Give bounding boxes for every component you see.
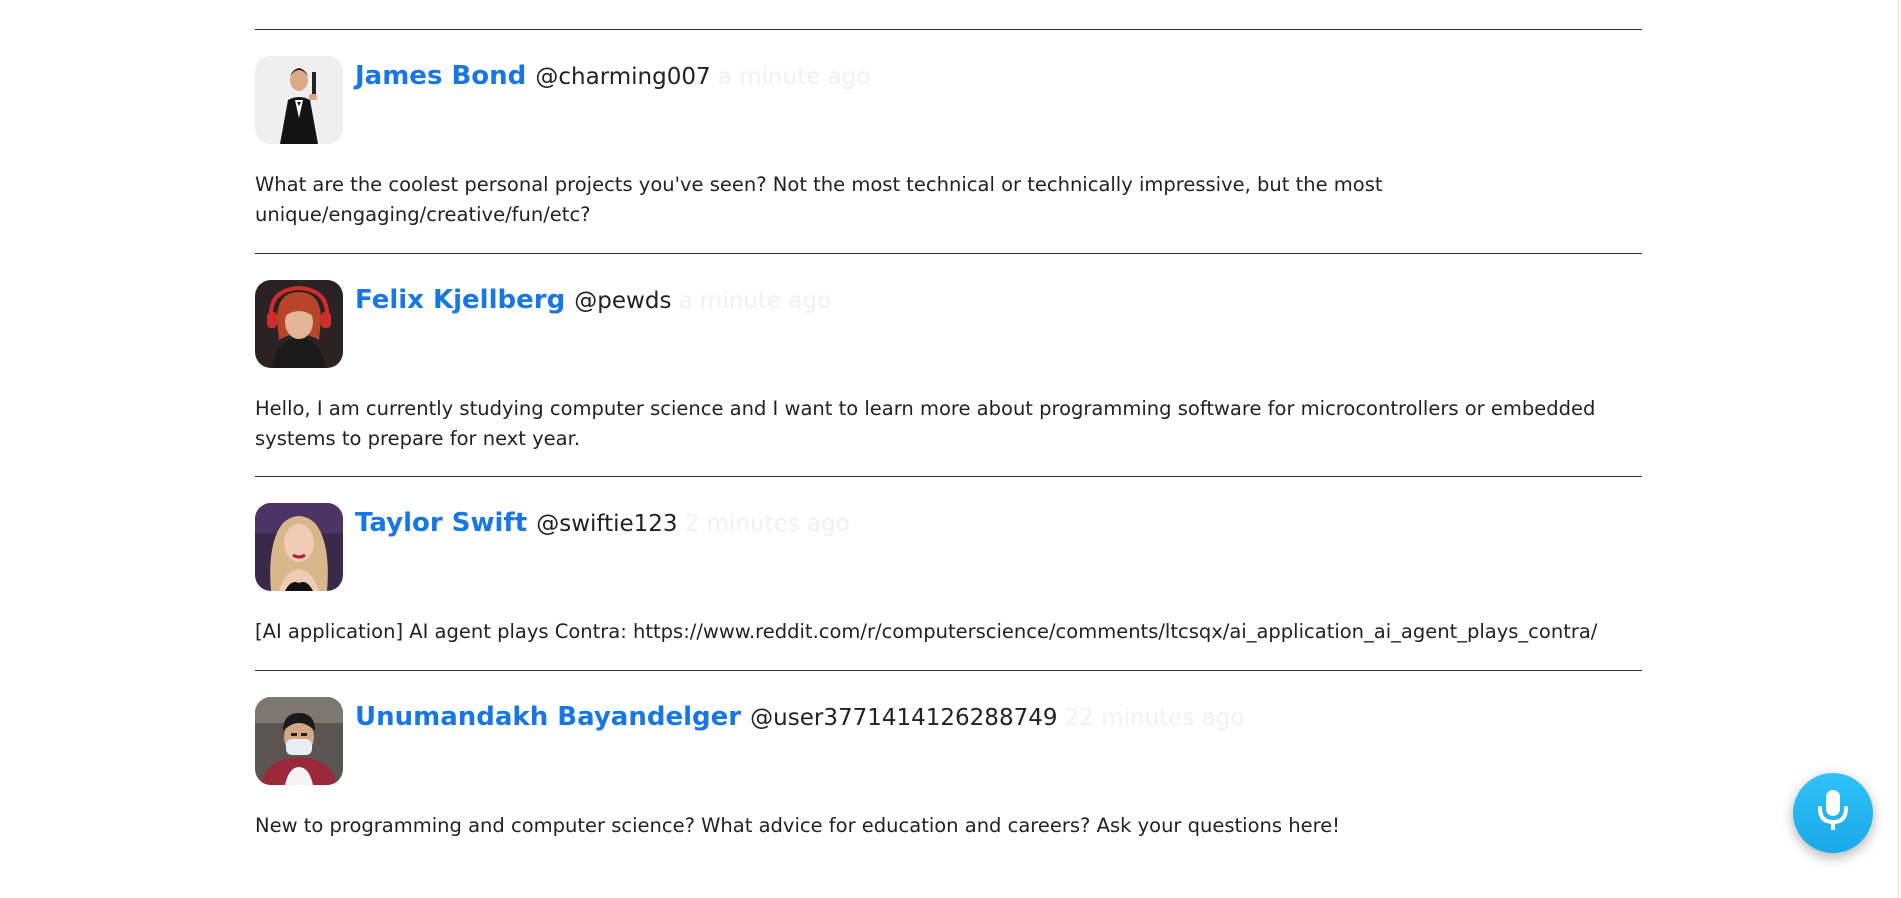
avatar[interactable] [255,697,343,785]
post-timestamp: a minute ago [717,64,871,90]
author-handle: @pewds [574,288,672,314]
post-item: Unumandakh Bayandelger @user377141412628… [255,697,1642,841]
author-handle: @swiftie123 [536,511,678,537]
post-body: [AI application] AI agent plays Contra: … [255,620,1598,643]
post-timestamp: 2 minutes ago [684,511,850,537]
author-name-link[interactable]: Felix Kjellberg [355,285,565,315]
post-divider [255,476,1642,477]
avatar[interactable] [255,280,343,368]
microphone-icon [1816,788,1850,838]
post-timestamp: a minute ago [678,288,832,314]
author-name-link[interactable]: Taylor Swift [355,508,527,538]
author-name-link[interactable]: James Bond [355,61,526,91]
avatar[interactable] [255,56,343,144]
post-meta: Felix Kjellberg @pewds a minute ago [355,284,831,319]
post-item: James Bond @charming007 a minute ago Wha… [255,56,1642,230]
post-divider [255,29,1642,30]
post-body: What are the coolest personal projects y… [255,173,1383,226]
post-item: Taylor Swift @swiftie123 2 minutes ago [… [255,503,1642,647]
post-header: Felix Kjellberg @pewds a minute ago [255,280,1642,368]
post-item: Felix Kjellberg @pewds a minute ago Hell… [255,280,1642,454]
post-meta: Unumandakh Bayandelger @user377141412628… [355,701,1244,736]
author-handle: @charming007 [535,64,711,90]
post-header: James Bond @charming007 a minute ago [255,56,1642,144]
author-handle: @user3771414126288749 [750,705,1058,731]
post-meta: Taylor Swift @swiftie123 2 minutes ago [355,507,850,542]
scrollbar-track[interactable] [1898,0,1899,898]
post-timestamp: 22 minutes ago [1064,705,1245,731]
post-header: Unumandakh Bayandelger @user377141412628… [255,697,1642,785]
post-meta: James Bond @charming007 a minute ago [355,60,870,95]
avatar[interactable] [255,503,343,591]
post-body: Hello, I am currently studying computer … [255,397,1596,450]
post-divider [255,670,1642,671]
author-name-link[interactable]: Unumandakh Bayandelger [355,702,741,732]
previous-post-body-clipped [255,0,261,14]
post-divider [255,253,1642,254]
post-header: Taylor Swift @swiftie123 2 minutes ago [255,503,1642,591]
voice-input-button[interactable] [1793,773,1873,853]
post-body: New to programming and computer science?… [255,814,1341,837]
